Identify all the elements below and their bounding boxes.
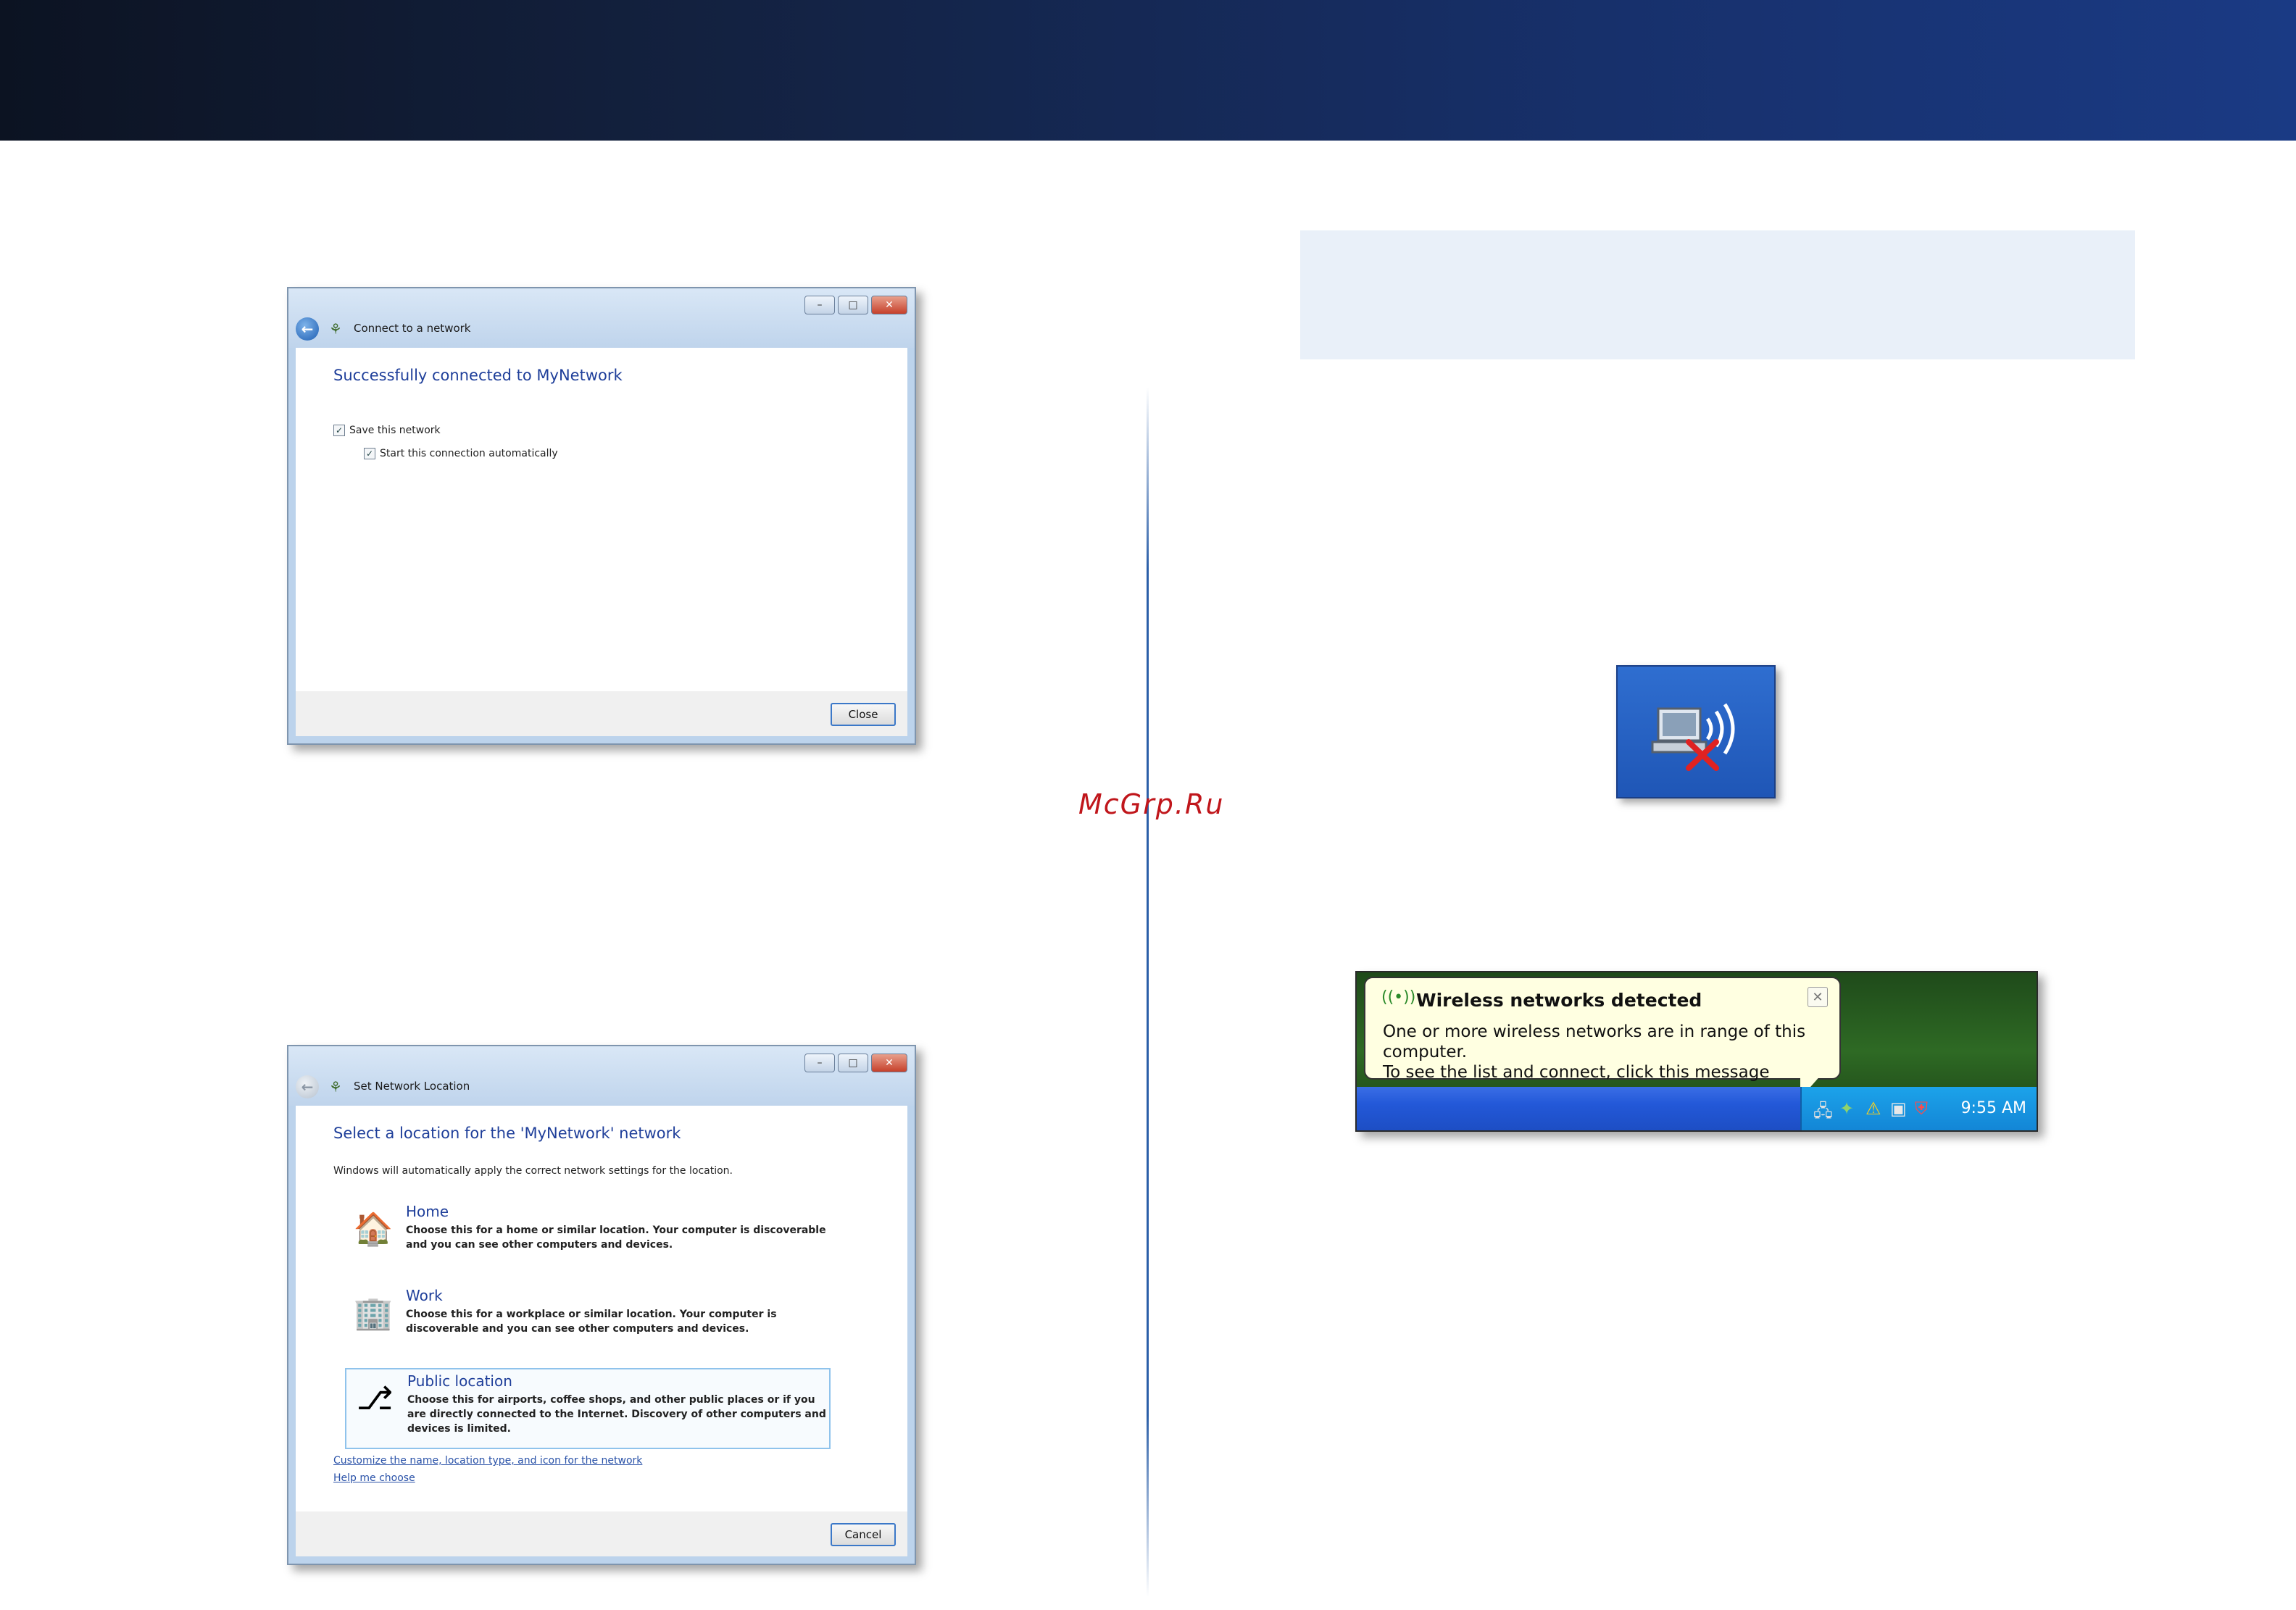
maximize-button[interactable]: □ [838,1054,868,1072]
location-name: Public location [407,1372,512,1390]
header-banner [0,0,2296,141]
dialog-footer: Cancel [296,1511,907,1556]
dialog-content: Successfully connected to MyNetwork ✓ Sa… [296,348,907,691]
wireless-antenna-icon: ((•)) [1381,988,1416,1006]
close-window-button[interactable]: ✕ [871,1054,907,1072]
network-icon: ⚘ [329,320,342,338]
dialog-titlebar: ← ⚘ Set Network Location – □ ✕ [288,1046,915,1106]
auto-connect-checkbox[interactable]: ✓ [364,448,375,459]
back-arrow-icon: ← [296,1075,319,1098]
notification-balloon[interactable]: ((•)) Wireless networks detected ✕ One o… [1364,977,1841,1083]
minimize-button[interactable]: – [804,1054,835,1072]
dialog-heading: Select a location for the 'MyNetwork' ne… [333,1125,681,1142]
taskbar: 🖧 ✦ ⚠ ▣ ⛨ 9:55 AM [1357,1087,2037,1130]
location-description: Choose this for a home or similar locati… [406,1225,826,1251]
column-divider [1147,387,1149,1597]
wireless-network-disconnected-icon [1616,665,1776,798]
auto-connect-checkbox-row[interactable]: ✓ Start this connection automatically [364,448,558,459]
wireless-computer-icon [1651,703,1735,771]
cancel-button[interactable]: Cancel [831,1523,896,1546]
office-building-icon: 🏢 [353,1295,394,1332]
location-description: Choose this for a workplace or similar l… [406,1309,777,1335]
location-option-home[interactable]: 🏠 Home Choose this for a home or similar… [345,1200,828,1281]
connected-dialog: ← ⚘ Connect to a network – □ ✕ Successfu… [287,287,916,745]
note-box [1300,230,2135,359]
tray-clock: 9:55 AM [1960,1099,2026,1117]
dialog-title: Set Network Location [354,1080,470,1093]
window-controls: – □ ✕ [804,1054,907,1072]
dialog-titlebar: ← ⚘ Connect to a network – □ ✕ [288,288,915,348]
wireless-detected-screenshot: ((•)) Wireless networks detected ✕ One o… [1355,971,2038,1132]
location-name: Work [406,1287,443,1304]
network-icon: ⚘ [329,1078,342,1096]
back-arrow-icon[interactable]: ← [296,317,319,341]
dialog-footer: Close [296,691,907,736]
location-description: Choose this for airports, coffee shops, … [407,1394,826,1435]
balloon-title: Wireless networks detected [1416,990,1702,1011]
dialog-content: Select a location for the 'MyNetwork' ne… [296,1106,907,1511]
balloon-close-button[interactable]: ✕ [1808,987,1828,1007]
close-button[interactable]: Close [831,703,896,726]
save-network-checkbox-row[interactable]: ✓ Save this network [333,425,441,436]
customize-network-link[interactable]: Customize the name, location type, and i… [333,1455,642,1467]
help-me-choose-link[interactable]: Help me choose [333,1472,415,1484]
auto-connect-label: Start this connection automatically [380,448,558,459]
balloon-line-2: To see the list and connect, click this … [1383,1063,1770,1082]
watermark: McGrp.Ru [1078,788,1225,820]
balloon-line-1: One or more wireless networks are in ran… [1383,1022,1806,1061]
network-location-dialog: ← ⚘ Set Network Location – □ ✕ Select a … [287,1045,916,1565]
location-name: Home [406,1203,449,1220]
antivirus-tray-icon[interactable]: ✦ [1839,1098,1854,1119]
system-tray: 🖧 ✦ ⚠ ▣ ⛨ 9:55 AM [1800,1087,2037,1130]
house-icon: 🏠 [353,1211,394,1248]
security-shield-icon[interactable]: ⚠ [1865,1098,1881,1119]
minimize-button[interactable]: – [804,296,835,314]
dialog-description: Windows will automatically apply the cor… [333,1165,733,1177]
balloon-message: One or more wireless networks are in ran… [1383,1022,1839,1083]
dialog-title: Connect to a network [354,322,471,335]
park-bench-icon: ⎇ [356,1380,394,1417]
close-window-button[interactable]: ✕ [871,296,907,314]
firewall-tray-icon[interactable]: ⛨ [1915,1098,1928,1119]
location-option-work[interactable]: 🏢 Work Choose this for a workplace or si… [345,1284,828,1365]
dialog-heading: Successfully connected to MyNetwork [333,367,623,384]
maximize-button[interactable]: □ [838,296,868,314]
display-tray-icon[interactable]: ▣ [1890,1098,1907,1119]
save-network-label: Save this network [349,425,441,436]
save-network-checkbox[interactable]: ✓ [333,425,345,436]
wireless-tray-icon[interactable]: 🖧 [1813,1098,1833,1128]
location-option-public[interactable]: ⎇ Public location Choose this for airpor… [345,1368,831,1449]
window-controls: – □ ✕ [804,296,907,314]
